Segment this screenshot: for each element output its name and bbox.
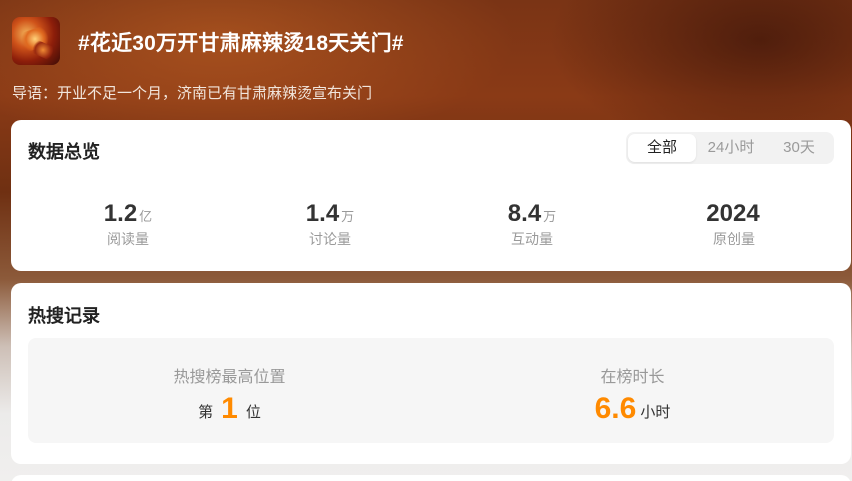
- stat-label: 互动量: [511, 231, 553, 247]
- topic-lead: 导语：开业不足一个月，济南已有甘肃麻辣烫宣布关门: [12, 85, 373, 102]
- tab-all[interactable]: 全部: [628, 134, 696, 162]
- peak-position-label: 热搜榜最高位置: [173, 369, 286, 386]
- tab-30d[interactable]: 30天: [766, 134, 832, 162]
- hot-search-stats: 热搜榜最高位置 第1位 在榜时长 6.6 小时: [28, 338, 834, 443]
- stat-unit: 万: [543, 209, 557, 224]
- stat-originals: 2024 原创量: [633, 200, 835, 249]
- peak-position-value: 1: [221, 392, 238, 425]
- topic-title: #花近30万开甘肃麻辣烫18天关门#: [78, 32, 404, 55]
- peak-position: 热搜榜最高位置 第1位: [28, 338, 431, 443]
- stat-value: 8.4: [507, 200, 542, 227]
- overview-title: 数据总览: [28, 142, 100, 162]
- stat-label: 原创量: [713, 231, 755, 247]
- peak-prefix: 第: [198, 404, 214, 421]
- time-on-list: 在榜时长 6.6 小时: [431, 338, 834, 443]
- hot-search-title: 热搜记录: [28, 306, 100, 326]
- stat-reads: 1.2 亿 阅读量: [27, 200, 229, 249]
- stat-label: 讨论量: [309, 231, 351, 247]
- stats-row: 1.2 亿 阅读量 1.4 万 讨论量 8.4 万 互动量 2024 原创量: [27, 200, 835, 249]
- stat-interactions: 8.4 万 互动量: [431, 200, 633, 249]
- stat-value: 1.2: [103, 200, 138, 227]
- stat-unit: 亿: [139, 209, 153, 224]
- time-on-list-unit: 小时: [640, 404, 671, 421]
- time-on-list-label: 在榜时长: [600, 369, 665, 386]
- hot-search-card: 热搜记录 热搜榜最高位置 第1位 在榜时长 6.6 小时: [11, 283, 851, 464]
- time-range-tabs: 全部 24小时 30天: [626, 132, 834, 164]
- stat-value: 2024: [706, 200, 760, 227]
- food-thumbnail-image: [12, 17, 60, 65]
- stat-unit: 万: [341, 209, 355, 224]
- tab-24h[interactable]: 24小时: [696, 134, 766, 162]
- stat-discussions: 1.4 万 讨论量: [229, 200, 431, 249]
- stat-label: 阅读量: [107, 231, 149, 247]
- peak-suffix: 位: [245, 404, 261, 421]
- next-card: [11, 475, 851, 481]
- data-overview-card: 数据总览 全部 24小时 30天 1.2 亿 阅读量 1.4 万 讨论量 8.4 万 …: [11, 120, 851, 271]
- time-on-list-value: 6.6: [594, 392, 637, 425]
- stat-value: 1.4: [305, 200, 340, 227]
